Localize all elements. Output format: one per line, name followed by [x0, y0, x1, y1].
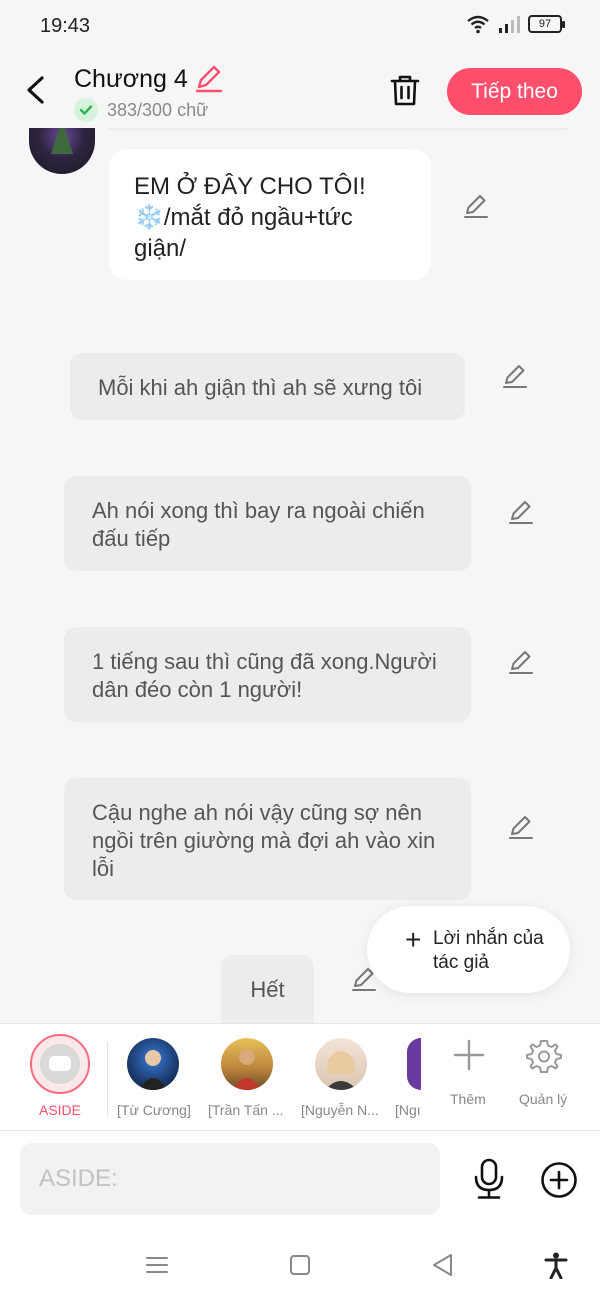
- chapter-title: Chương 4: [74, 65, 188, 93]
- header: Chương 4 383/300 chữ Tiếp theo: [0, 52, 600, 128]
- message-bubble[interactable]: Hết: [221, 955, 314, 1023]
- system-nav-bar: [0, 1231, 600, 1300]
- plus-icon: +: [405, 924, 422, 955]
- check-icon: [74, 98, 98, 122]
- add-character-button[interactable]: [452, 1038, 486, 1077]
- message-text: Cậu nghe ah nói vậy cũng sợ nên ngồi trê…: [92, 800, 436, 881]
- edit-message-icon[interactable]: [462, 192, 490, 220]
- manage-characters-button[interactable]: [526, 1038, 562, 1079]
- author-note-button[interactable]: + Lời nhắn của tác giả: [367, 906, 570, 993]
- divider: [107, 1042, 108, 1116]
- character-name: [Nguyễn N...: [301, 1102, 379, 1118]
- back-icon[interactable]: [20, 70, 54, 110]
- composer: [0, 1131, 600, 1231]
- character-name: [Từ Cương]: [117, 1102, 191, 1118]
- message-bubble[interactable]: Cậu nghe ah nói vậy cũng sợ nên ngồi trê…: [64, 778, 471, 900]
- menu-icon[interactable]: [142, 1251, 172, 1279]
- chat-area[interactable]: EM Ở ĐÂY CHO TÔI! ❄️/mắt đỏ ngầu+tức giậ…: [0, 128, 600, 1023]
- message-text: Ah nói xong thì bay ra ngoài chiến đấu t…: [92, 498, 425, 551]
- microphone-icon[interactable]: [470, 1157, 508, 1201]
- manage-characters-label: Quản lý: [519, 1091, 568, 1107]
- edit-title-icon[interactable]: [194, 64, 224, 94]
- signal-icon: [499, 16, 520, 33]
- gear-icon: [526, 1040, 562, 1073]
- message-bubble[interactable]: 1 tiếng sau thì cũng đã xong.Người dân đ…: [64, 627, 471, 722]
- word-count: 383/300 chữ: [107, 100, 209, 120]
- character-avatar[interactable]: [221, 1038, 273, 1090]
- add-circle-icon[interactable]: [540, 1161, 578, 1199]
- add-character-label: Thêm: [450, 1091, 486, 1107]
- status-icons: 97: [466, 14, 565, 34]
- plus-icon: [453, 1039, 485, 1071]
- message-text: Mỗi khi ah giận thì ah sẽ xưng tôi: [98, 375, 423, 400]
- chat-bubble-icon: [40, 1044, 80, 1084]
- character-avatar[interactable]: [315, 1038, 367, 1090]
- trash-icon[interactable]: [388, 72, 422, 108]
- aside-character[interactable]: [30, 1034, 90, 1094]
- message-bubble[interactable]: Ah nói xong thì bay ra ngoài chiến đấu t…: [64, 476, 471, 571]
- status-time: 19:43: [40, 15, 91, 37]
- edit-message-icon[interactable]: [507, 498, 535, 526]
- back-triangle-icon[interactable]: [428, 1251, 458, 1279]
- battery-icon: 97: [528, 15, 565, 33]
- top-strip: [108, 128, 568, 130]
- next-button[interactable]: Tiếp theo: [447, 68, 582, 115]
- accessibility-icon[interactable]: [541, 1251, 571, 1279]
- message-bubble[interactable]: EM Ở ĐÂY CHO TÔI! ❄️/mắt đỏ ngầu+tức giậ…: [109, 149, 431, 280]
- character-avatar[interactable]: [127, 1038, 179, 1090]
- message-input[interactable]: [20, 1143, 440, 1215]
- home-icon[interactable]: [285, 1251, 315, 1279]
- character-name: [Trần Tấn ...: [208, 1102, 284, 1118]
- edit-message-icon[interactable]: [501, 362, 529, 390]
- character-bar: ASIDE [Từ Cương] [Trần Tấn ... [Nguyễn N…: [0, 1023, 600, 1131]
- wifi-icon: [467, 15, 489, 34]
- author-note-label: Lời nhắn của tác giả: [433, 928, 544, 973]
- message-text: Hết: [250, 977, 285, 1002]
- message-bubble[interactable]: Mỗi khi ah giận thì ah sẽ xưng tôi: [70, 353, 465, 420]
- message-text: EM Ở ĐÂY CHO TÔI! ❄️/mắt đỏ ngầu+tức giậ…: [134, 173, 366, 262]
- message-text: 1 tiếng sau thì cũng đã xong.Người dân đ…: [92, 649, 437, 702]
- character-name: [Ngı: [395, 1102, 421, 1118]
- status-bar: 19:43 97: [0, 0, 600, 52]
- edit-message-icon[interactable]: [507, 813, 535, 841]
- edit-message-icon[interactable]: [507, 648, 535, 676]
- aside-label: ASIDE: [38, 1102, 81, 1118]
- speaker-avatar[interactable]: [29, 128, 95, 174]
- character-avatar[interactable]: [407, 1038, 421, 1090]
